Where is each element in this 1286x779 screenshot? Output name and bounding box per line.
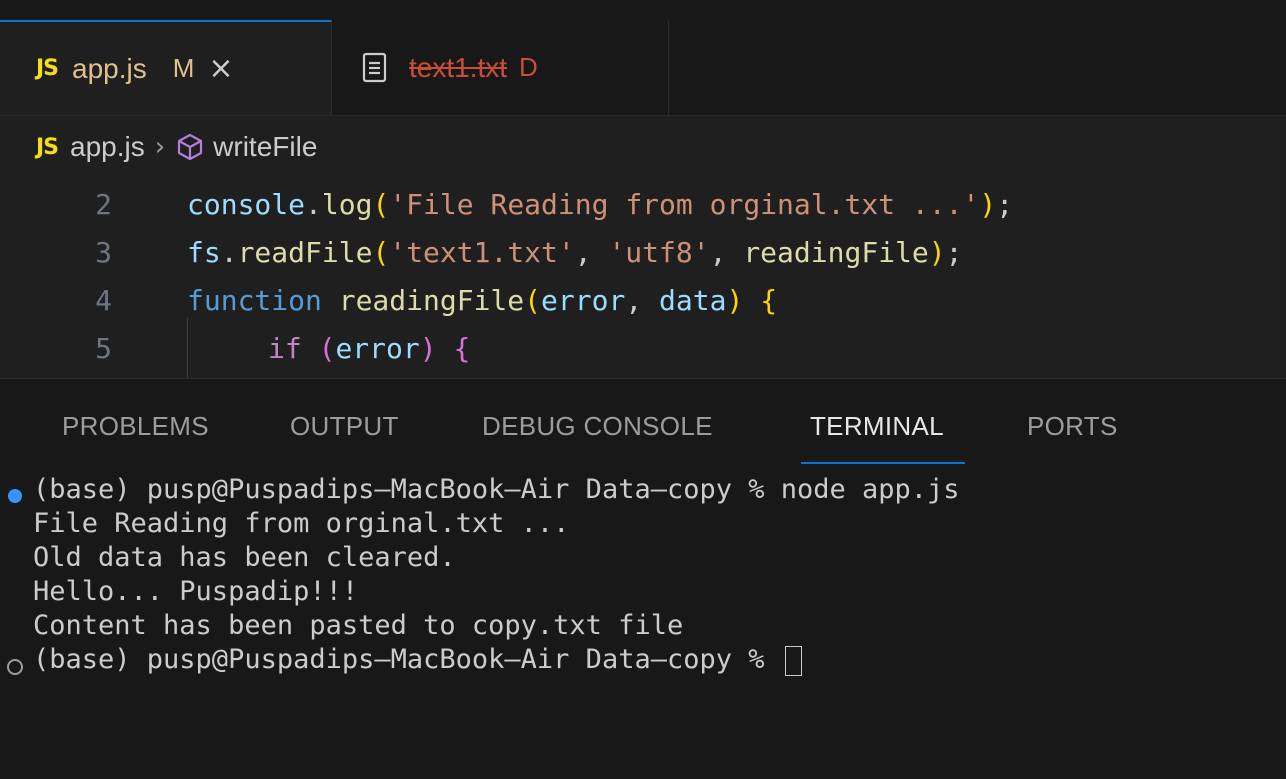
terminal-line: Content has been pasted to copy.txt file xyxy=(33,610,684,641)
editor-tab-bar: JS app.js M × text1.txt D xyxy=(0,0,1286,116)
code-text: if (error) { xyxy=(268,331,471,365)
text-file-icon xyxy=(362,52,387,82)
code-line: 4 function readingFile(error, data) { xyxy=(0,276,1286,324)
symbol-method-icon xyxy=(178,133,203,161)
tab-problems[interactable]: PROBLEMS xyxy=(62,411,209,442)
code-line: 5 if (error) { xyxy=(0,324,1286,372)
terminal-line: Old data has been cleared. xyxy=(33,542,456,573)
line-number: 2 xyxy=(95,187,112,221)
code-line: 3 fs.readFile('text1.txt', 'utf8', readi… xyxy=(0,228,1286,276)
code-text: fs.readFile('text1.txt', 'utf8', reading… xyxy=(187,235,963,269)
command-success-decoration-icon[interactable] xyxy=(8,489,22,503)
terminal-line: File Reading from orginal.txt ... xyxy=(33,508,570,539)
terminal-prompt-line[interactable]: (base) pusp@Puspadips—MacBook—Air Data—c… xyxy=(33,643,802,677)
line-number: 5 xyxy=(95,331,112,365)
modified-badge: M xyxy=(172,53,195,83)
breadcrumb-symbol[interactable]: writeFile xyxy=(213,131,317,163)
tab-output[interactable]: OUTPUT xyxy=(290,411,399,442)
terminal-line: (base) pusp@Puspadips—MacBook—Air Data—c… xyxy=(33,474,960,505)
terminal-cursor xyxy=(784,645,802,676)
chevron-right-icon: › xyxy=(154,132,166,162)
tab-debug-console[interactable]: DEBUG CONSOLE xyxy=(482,411,713,442)
tab-ports[interactable]: PORTS xyxy=(1027,411,1118,442)
panel-tab-bar: PROBLEMS OUTPUT DEBUG CONSOLE TERMINAL P… xyxy=(0,379,1286,465)
breadcrumb: JS app.js › writeFile xyxy=(0,116,1286,178)
deleted-badge: D xyxy=(519,52,538,82)
line-number: 4 xyxy=(95,283,112,317)
code-text: function readingFile(error, data) { xyxy=(187,283,778,317)
tab-title: app.js xyxy=(72,52,147,84)
terminal-prompt: (base) pusp@Puspadips—MacBook—Air Data—c… xyxy=(33,644,765,675)
tab-title: text1.txt xyxy=(409,51,508,83)
command-pending-decoration-icon[interactable] xyxy=(7,659,23,675)
code-text: console.log('File Reading from orginal.t… xyxy=(187,187,1014,221)
javascript-file-icon: JS xyxy=(36,56,59,81)
tab-terminal[interactable]: TERMINAL xyxy=(810,411,944,442)
active-tab-indicator xyxy=(801,462,965,464)
breadcrumb-file[interactable]: app.js xyxy=(70,131,145,163)
close-icon[interactable]: × xyxy=(208,51,233,86)
code-editor[interactable]: 2 console.log('File Reading from orginal… xyxy=(0,178,1286,378)
tab-app-js[interactable]: JS app.js M × xyxy=(0,20,332,115)
terminal-line: Hello... Puspadip!!! xyxy=(33,576,359,607)
bottom-panel: PROBLEMS OUTPUT DEBUG CONSOLE TERMINAL P… xyxy=(0,378,1286,779)
code-line: 2 console.log('File Reading from orginal… xyxy=(0,180,1286,228)
line-number: 3 xyxy=(95,235,112,269)
tab-text1-txt[interactable]: text1.txt D xyxy=(333,20,669,115)
indent-guide xyxy=(187,318,188,378)
javascript-file-icon: JS xyxy=(36,134,59,160)
